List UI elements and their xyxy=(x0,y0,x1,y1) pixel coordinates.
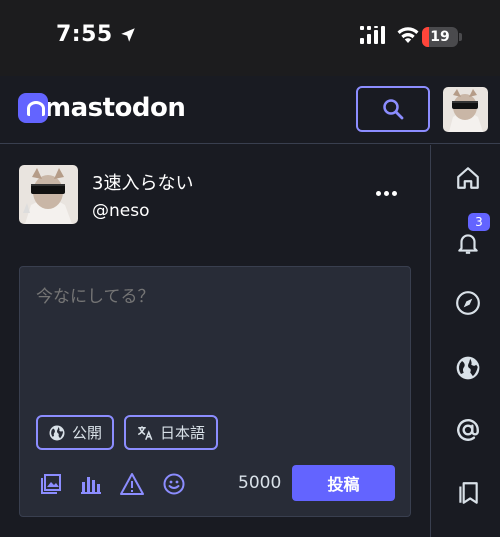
translate-icon xyxy=(137,425,153,440)
notifications-badge: 3 xyxy=(468,213,490,231)
account-display-name[interactable]: 3速入らない xyxy=(92,169,193,195)
navigation-rail xyxy=(430,145,500,537)
nav-bookmarks[interactable] xyxy=(453,478,483,508)
main-column: 3速入らない @neso 公開 日本語 xyxy=(0,145,430,537)
language-label: 日本語 xyxy=(160,424,206,442)
status-bar: 7:55 19 xyxy=(0,0,500,76)
globe-icon xyxy=(456,356,480,380)
more-options-button[interactable] xyxy=(372,183,400,203)
dot xyxy=(383,190,389,196)
language-button[interactable]: 日本語 xyxy=(124,415,218,450)
nav-home[interactable] xyxy=(453,163,483,193)
nav-notifications[interactable] xyxy=(453,228,483,258)
at-icon xyxy=(457,419,479,441)
add-media-button[interactable] xyxy=(38,471,64,497)
wifi-icon xyxy=(397,27,419,43)
add-poll-button[interactable] xyxy=(78,471,104,497)
post-button[interactable]: 投稿 xyxy=(292,465,395,501)
location-arrow-icon xyxy=(120,27,135,42)
search-icon xyxy=(383,99,404,120)
home-icon xyxy=(457,167,479,189)
visibility-button[interactable]: 公開 xyxy=(36,415,114,450)
dot xyxy=(375,190,381,196)
header-avatar[interactable] xyxy=(443,87,488,132)
bookmark-icon xyxy=(459,482,478,504)
warning-icon xyxy=(120,473,144,495)
nav-explore[interactable] xyxy=(453,288,483,318)
account-handle: @neso xyxy=(92,201,150,221)
compass-icon xyxy=(456,291,480,315)
dot xyxy=(391,190,397,196)
logo-text: mastodon xyxy=(44,93,186,123)
mastodon-logo[interactable]: mastodon xyxy=(18,93,186,123)
battery-nub xyxy=(459,33,462,41)
battery-level: 19 xyxy=(430,29,450,45)
search-button[interactable] xyxy=(356,86,430,132)
avatar-image xyxy=(19,165,78,224)
status-time: 7:55 xyxy=(56,22,137,47)
battery-indicator: 19 xyxy=(422,27,458,47)
character-counter: 5000 xyxy=(238,473,282,493)
compose-form: 公開 日本語 xyxy=(19,266,411,517)
mastodon-logo-icon xyxy=(18,93,48,123)
visibility-label: 公開 xyxy=(72,424,103,442)
poll-icon xyxy=(81,477,101,494)
time-text: 7:55 xyxy=(56,22,113,47)
app-header: mastodon xyxy=(0,76,500,144)
image-icon xyxy=(41,474,61,494)
emoji-button[interactable] xyxy=(161,471,187,497)
avatar-image xyxy=(443,87,488,132)
status-icons xyxy=(360,26,420,44)
cellular-signal-icon xyxy=(360,26,385,44)
compose-textarea[interactable] xyxy=(36,287,396,307)
globe-icon xyxy=(49,425,65,440)
account-avatar[interactable] xyxy=(19,165,78,224)
smiley-icon xyxy=(163,473,185,495)
nav-federated[interactable] xyxy=(453,353,483,383)
nav-mentions[interactable] xyxy=(453,415,483,445)
bell-icon xyxy=(458,234,478,254)
content-warning-button[interactable] xyxy=(119,471,145,497)
